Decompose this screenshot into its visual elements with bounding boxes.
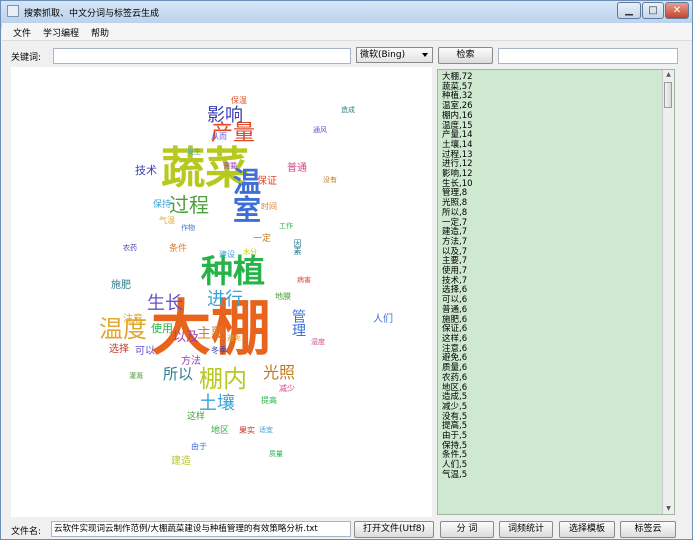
word-cloud-word: 工作 (279, 222, 293, 230)
word-cloud-word: 生长 (147, 293, 183, 314)
title-bar[interactable]: 搜索抓取、中文分词与标签云生成 ▁ □ ✕ (1, 1, 692, 23)
word-cloud-word: 建造 (171, 456, 191, 467)
close-icon: ✕ (672, 5, 682, 16)
keyword-label: 关键词: (11, 53, 42, 63)
word-cloud-word: 保持 (153, 200, 172, 210)
minimize-button[interactable]: ▁ (617, 2, 641, 19)
word-cloud-word: 过程 (169, 193, 209, 217)
word-cloud-word: 进行 (207, 289, 243, 310)
chevron-down-icon (422, 53, 428, 57)
maximize-button[interactable]: □ (642, 2, 664, 19)
scroll-up-icon[interactable]: ▲ (664, 70, 673, 80)
word-cloud-word: 没有 (323, 176, 337, 184)
minimize-icon: ▁ (625, 5, 633, 16)
word-cloud-word: 病害 (297, 276, 311, 284)
word-cloud-word: 湿度 (311, 338, 325, 346)
scrollbar-thumb[interactable] (664, 82, 672, 108)
open-file-button[interactable]: 打开文件(Utf8) (354, 521, 434, 538)
word-cloud-word: 人们 (373, 314, 393, 325)
filename-value: 云软件实现词云制作范例/大棚蔬菜建设与种植管理的有效策略分析.txt (54, 524, 318, 534)
word-cloud-word: 质量 (269, 450, 283, 458)
keyword-input[interactable] (53, 48, 351, 64)
word-cloud-word: 普通 (287, 163, 307, 174)
word-cloud-word: 造成 (341, 106, 355, 114)
maximize-icon: □ (648, 5, 658, 16)
select-template-button[interactable]: 选择模板 (559, 521, 615, 538)
word-cloud-word: 时间 (261, 202, 277, 211)
menu-help[interactable]: 帮助 (91, 26, 109, 39)
word-cloud-word: 从而 (211, 132, 227, 141)
word-cloud-canvas: 大棚 蔬菜 种植 温室 温度 产量 影响 过程 棚内 进行 生长 土壤 光照 所以 以及 主要 管理 技术 保证 普通… (11, 67, 432, 517)
segment-button[interactable]: 分 词 (440, 521, 494, 538)
word-cloud-word: 土壤 (199, 393, 235, 414)
word-cloud-word: 种植 (201, 252, 266, 290)
frequency-list-scrollbar[interactable]: ▲ ▼ (662, 70, 674, 514)
word-cloud-word: 棚内 (199, 365, 247, 393)
word-cloud-word: 条件 (169, 244, 188, 254)
search-engine-value: 微软(Bing) (360, 50, 406, 60)
filename-field[interactable]: 云软件实现词云制作范例/大棚蔬菜建设与种植管理的有效策略分析.txt (51, 521, 351, 537)
app-icon (7, 5, 19, 17)
word-frequency-button[interactable]: 词频统计 (499, 521, 553, 538)
word-cloud-word: 选择 (109, 344, 129, 355)
word-cloud-word: 冬季 (211, 346, 227, 355)
word-cloud-word: 可以 (135, 346, 155, 357)
word-cloud-word: 作物 (181, 224, 195, 232)
word-cloud-word: 方法 (181, 356, 201, 367)
frequency-list-item[interactable]: 气温,5 (442, 470, 473, 481)
word-cloud-word: 由于 (191, 442, 207, 451)
word-cloud-word: 温室 (229, 167, 262, 223)
word-cloud-word: 地膜 (275, 292, 291, 301)
word-cloud-word: 影响 (207, 105, 243, 126)
word-cloud-word: 一定 (253, 234, 272, 244)
extra-input[interactable] (498, 48, 678, 64)
word-cloud-word: 避免 (227, 334, 241, 342)
word-cloud-word: 技术 (135, 164, 157, 177)
word-cloud-word: 农药 (123, 244, 137, 252)
word-cloud-word: 主要 (197, 326, 225, 342)
search-engine-select[interactable]: 微软(Bing) (356, 47, 433, 63)
word-cloud-word: 光照 (263, 363, 296, 382)
word-cloud-word: 减少 (279, 384, 295, 393)
word-cloud-word: 保证 (257, 176, 277, 187)
search-button[interactable]: 检索 (438, 47, 493, 64)
word-cloud-word: 保温 (231, 96, 247, 105)
filename-label: 文件名: (11, 527, 42, 537)
word-cloud-word: 使用 (151, 322, 173, 335)
word-cloud-word: 以及 (173, 330, 200, 345)
word-cloud-word: 气温 (159, 216, 175, 225)
word-cloud-word: 水分 (243, 248, 257, 256)
window-title: 搜索抓取、中文分词与标签云生成 (24, 9, 160, 19)
word-cloud-word: 所以 (163, 365, 194, 383)
menu-file[interactable]: 文件 (13, 26, 31, 39)
frequency-list: 大棚,72 蔬菜,57 种植,32 温室,26 棚内,16 温度,15 产量,14 土壤,14… (442, 72, 473, 481)
menu-learn-programming[interactable]: 学习编程 (43, 26, 79, 39)
word-cloud-word: 建设 (219, 250, 235, 259)
word-cloud-word: 注意 (123, 314, 143, 325)
word-cloud-word: 因素 (293, 239, 302, 255)
close-button[interactable]: ✕ (665, 2, 689, 19)
scroll-down-icon[interactable]: ▼ (664, 504, 673, 514)
word-cloud-word: 提高 (261, 396, 277, 405)
word-cloud-word: 灌溉 (129, 372, 143, 380)
word-cloud-word: 这样 (187, 412, 206, 422)
word-cloud-word: 需要 (223, 162, 237, 170)
word-cloud-word: 管理 (290, 309, 306, 337)
word-cloud-word: 果实 (239, 426, 255, 435)
word-cloud-word: 施肥 (111, 280, 131, 291)
app-window: 搜索抓取、中文分词与标签云生成 ▁ □ ✕ 文件 学习编程 帮助 关键词: 微软… (0, 0, 693, 540)
word-cloud-word: 通风 (313, 126, 327, 134)
word-cloud-word: 发生 (187, 148, 201, 156)
word-cloud-word: 地区 (211, 426, 230, 436)
frequency-list-panel[interactable]: 大棚,72 蔬菜,57 种植,32 温室,26 棚内,16 温度,15 产量,14 土壤,14… (437, 69, 675, 515)
word-cloud-word: 适宜 (259, 426, 273, 434)
menu-bar: 文件 学习编程 帮助 (2, 23, 692, 41)
tag-cloud-button[interactable]: 标签云 (620, 521, 676, 538)
